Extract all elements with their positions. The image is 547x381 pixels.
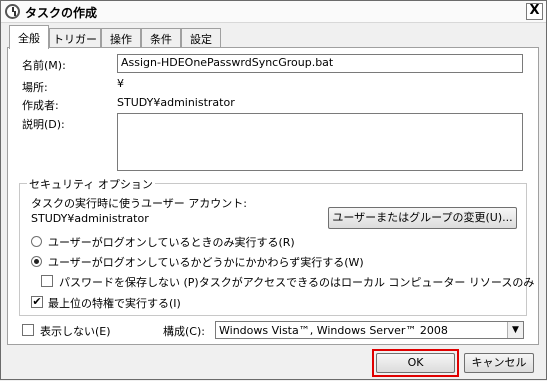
name-label: 名前(M): [22,59,66,72]
highest-privileges-label[interactable]: 最上位の特権で実行する(I) [48,295,181,311]
configure-for-value: Windows Vista™, Windows Server™ 2008 [219,324,448,337]
author-label: 作成者: [22,99,59,112]
account-value: STUDY¥administrator [31,212,149,225]
hidden-checkbox[interactable] [22,324,34,336]
radio-logged-on-only[interactable] [31,236,42,247]
configure-for-select[interactable]: Windows Vista™, Windows Server™ 2008 ▼ [215,321,524,339]
radio-whether-logged-on-label[interactable]: ユーザーがログオンしているかどうかにかかわらず実行する(W) [48,254,364,270]
radio-whether-logged-on[interactable] [31,256,42,267]
location-label: 場所: [22,81,48,94]
description-textarea[interactable] [117,113,523,171]
change-user-group-button[interactable]: ユーザーまたはグループの変更(U)... [328,207,517,229]
hidden-label[interactable]: 表示しない(E) [40,323,111,339]
no-store-password-checkbox[interactable] [41,275,53,287]
create-task-dialog: タスクの作成 X 全般 トリガー 操作 条件 設定 名前(M): Assign-… [0,0,547,380]
no-store-password-label[interactable]: パスワードを保存しない (P)タスクがアクセスできるのはローカル コンピューター… [59,274,534,290]
description-label: 説明(D): [22,118,65,131]
radio-logged-on-only-label[interactable]: ユーザーがログオンしているときのみ実行する(R) [48,234,295,250]
security-options-label: セキュリティ オプション [27,176,155,192]
account-prompt: タスクの実行時に使うユーザー アカウント: [31,197,247,210]
author-value: STUDY¥administrator [117,96,235,109]
highest-privileges-checkbox[interactable]: ✔ [31,296,43,308]
location-value: ¥ [117,77,124,90]
configure-label: 構成(C): [163,325,205,338]
ok-button[interactable]: OK [376,353,455,373]
name-input[interactable]: Assign-HDEOnePasswrdSyncGroup.bat [117,54,523,73]
chevron-down-icon[interactable]: ▼ [507,322,523,338]
cancel-button[interactable]: キャンセル [464,353,534,373]
